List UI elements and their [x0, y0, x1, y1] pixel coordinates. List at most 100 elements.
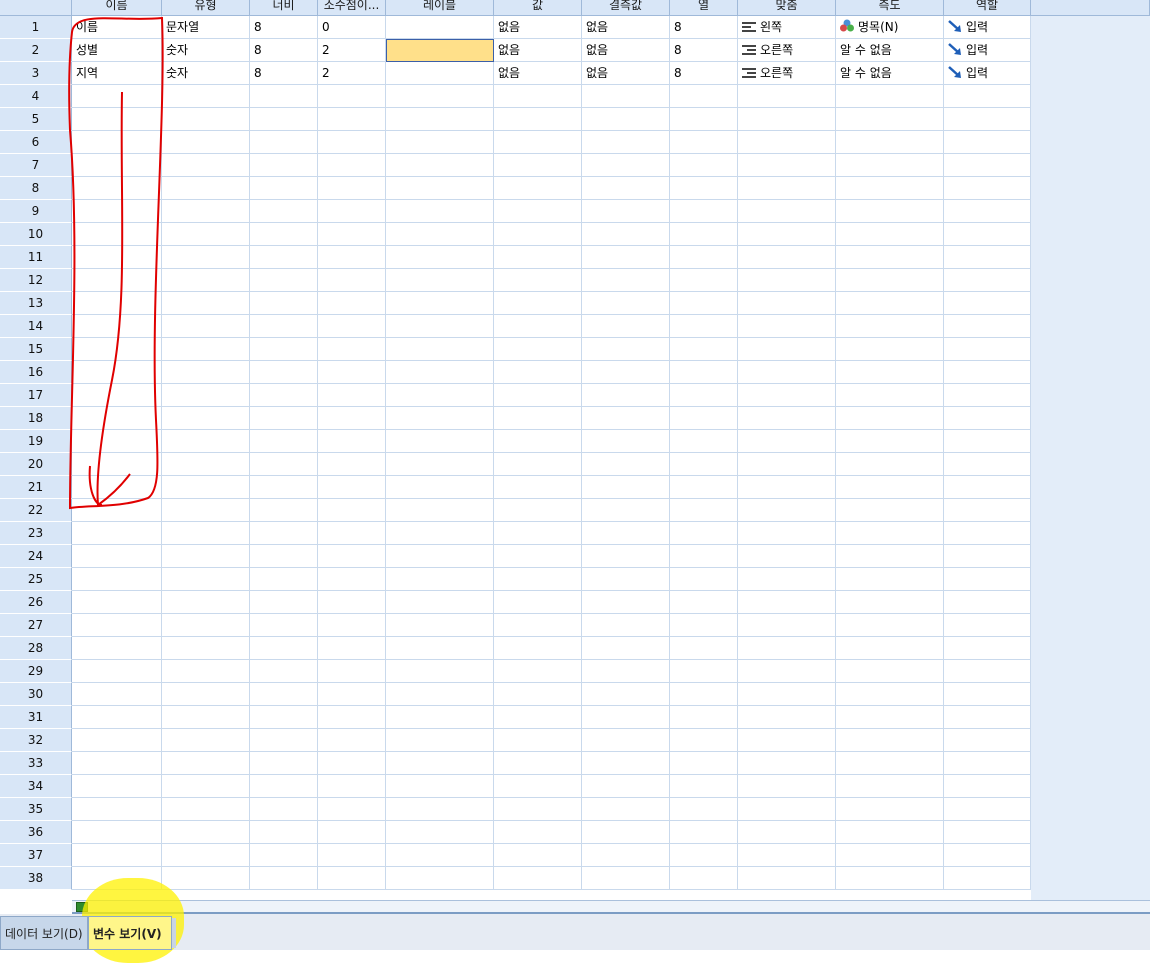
- grid-cell-name[interactable]: [72, 499, 162, 522]
- grid-cell-name[interactable]: [72, 453, 162, 476]
- grid-cell-decimals[interactable]: [318, 683, 386, 706]
- row-header[interactable]: 33: [0, 752, 72, 775]
- grid-cell-align[interactable]: [738, 223, 836, 246]
- grid-cell-decimals[interactable]: [318, 821, 386, 844]
- grid-cell-name[interactable]: [72, 361, 162, 384]
- grid-cell-missing[interactable]: [582, 246, 670, 269]
- grid-cell-columns[interactable]: [670, 269, 738, 292]
- grid-cell-width[interactable]: [250, 430, 318, 453]
- grid-cell-decimals[interactable]: [318, 292, 386, 315]
- grid-cell-decimals[interactable]: [318, 476, 386, 499]
- grid-cell-label[interactable]: [386, 430, 494, 453]
- grid-cell-measure[interactable]: [836, 338, 944, 361]
- grid-cell-measure[interactable]: [836, 476, 944, 499]
- grid-cell-measure[interactable]: [836, 614, 944, 637]
- grid-cell-role[interactable]: [944, 85, 1031, 108]
- grid-cell-width[interactable]: [250, 752, 318, 775]
- grid-cell-label[interactable]: [386, 499, 494, 522]
- row-header[interactable]: 31: [0, 706, 72, 729]
- grid-cell-label[interactable]: [386, 660, 494, 683]
- grid-cell-values[interactable]: [494, 637, 582, 660]
- grid-cell-name[interactable]: 지역: [72, 62, 162, 85]
- grid-cell-label[interactable]: [386, 614, 494, 637]
- grid-cell-decimals[interactable]: [318, 131, 386, 154]
- grid-cell-type[interactable]: [162, 315, 250, 338]
- grid-cell-values[interactable]: [494, 246, 582, 269]
- grid-cell-decimals[interactable]: [318, 591, 386, 614]
- grid-cell-align[interactable]: [738, 844, 836, 867]
- grid-cell-values[interactable]: [494, 453, 582, 476]
- grid-cell-role[interactable]: [944, 752, 1031, 775]
- grid-cell-width[interactable]: [250, 131, 318, 154]
- grid-cell-role[interactable]: [944, 775, 1031, 798]
- grid-cell-label[interactable]: [386, 453, 494, 476]
- grid-cell-label[interactable]: [386, 315, 494, 338]
- grid-cell-name[interactable]: [72, 660, 162, 683]
- grid-cell-type[interactable]: [162, 430, 250, 453]
- grid-cell-values[interactable]: [494, 407, 582, 430]
- row-header[interactable]: 30: [0, 683, 72, 706]
- grid-cell-values[interactable]: [494, 683, 582, 706]
- column-header-values[interactable]: 값: [494, 0, 582, 16]
- grid-cell-type[interactable]: [162, 200, 250, 223]
- grid-cell-name[interactable]: [72, 591, 162, 614]
- grid-cell-columns[interactable]: [670, 844, 738, 867]
- grid-cell-align[interactable]: [738, 338, 836, 361]
- grid-cell-label[interactable]: [386, 85, 494, 108]
- grid-cell-label[interactable]: [386, 338, 494, 361]
- grid-cell-align[interactable]: [738, 131, 836, 154]
- row-header[interactable]: 6: [0, 131, 72, 154]
- grid-cell-columns[interactable]: [670, 453, 738, 476]
- row-header[interactable]: 21: [0, 476, 72, 499]
- grid-cell-name[interactable]: [72, 223, 162, 246]
- row-header[interactable]: 13: [0, 292, 72, 315]
- grid-cell-width[interactable]: [250, 660, 318, 683]
- grid-cell-width[interactable]: [250, 637, 318, 660]
- grid-cell-role[interactable]: [944, 844, 1031, 867]
- grid-cell-columns[interactable]: [670, 752, 738, 775]
- grid-cell-width[interactable]: [250, 315, 318, 338]
- grid-cell-columns[interactable]: [670, 315, 738, 338]
- grid-cell-measure[interactable]: [836, 292, 944, 315]
- grid-cell-measure[interactable]: [836, 407, 944, 430]
- grid-cell-label[interactable]: [386, 200, 494, 223]
- grid-cell-align[interactable]: [738, 154, 836, 177]
- grid-cell-columns[interactable]: [670, 775, 738, 798]
- grid-cell-width[interactable]: 8: [250, 16, 318, 39]
- grid-cell-type[interactable]: [162, 568, 250, 591]
- grid-cell-values[interactable]: [494, 798, 582, 821]
- grid-cell-name[interactable]: 이름: [72, 16, 162, 39]
- grid-cell-type[interactable]: [162, 108, 250, 131]
- grid-cell-label[interactable]: [386, 775, 494, 798]
- grid-cell-align[interactable]: [738, 568, 836, 591]
- row-header[interactable]: 35: [0, 798, 72, 821]
- grid-cell-name[interactable]: [72, 798, 162, 821]
- grid-cell-measure[interactable]: [836, 752, 944, 775]
- grid-cell-type[interactable]: [162, 85, 250, 108]
- grid-cell-missing[interactable]: [582, 660, 670, 683]
- column-header-align[interactable]: 맞춤: [738, 0, 836, 16]
- grid-cell-decimals[interactable]: [318, 177, 386, 200]
- row-header[interactable]: 18: [0, 407, 72, 430]
- row-header[interactable]: 22: [0, 499, 72, 522]
- grid-cell-name[interactable]: [72, 614, 162, 637]
- grid-cell-values[interactable]: [494, 591, 582, 614]
- grid-cell-align[interactable]: [738, 614, 836, 637]
- grid-cell-width[interactable]: [250, 384, 318, 407]
- grid-cell-name[interactable]: [72, 637, 162, 660]
- grid-cell-name[interactable]: [72, 775, 162, 798]
- grid-cell-decimals[interactable]: [318, 407, 386, 430]
- grid-cell-decimals[interactable]: [318, 499, 386, 522]
- grid-cell-name[interactable]: [72, 338, 162, 361]
- row-header[interactable]: 32: [0, 729, 72, 752]
- grid-cell-align[interactable]: 오른쪽: [738, 62, 836, 85]
- grid-cell-decimals[interactable]: [318, 545, 386, 568]
- grid-cell-name[interactable]: [72, 476, 162, 499]
- grid-cell-missing[interactable]: [582, 292, 670, 315]
- grid-cell-columns[interactable]: [670, 338, 738, 361]
- grid-cell-width[interactable]: [250, 706, 318, 729]
- row-header[interactable]: 20: [0, 453, 72, 476]
- grid-cell-missing[interactable]: [582, 108, 670, 131]
- grid-cell-align[interactable]: [738, 683, 836, 706]
- grid-cell-width[interactable]: [250, 775, 318, 798]
